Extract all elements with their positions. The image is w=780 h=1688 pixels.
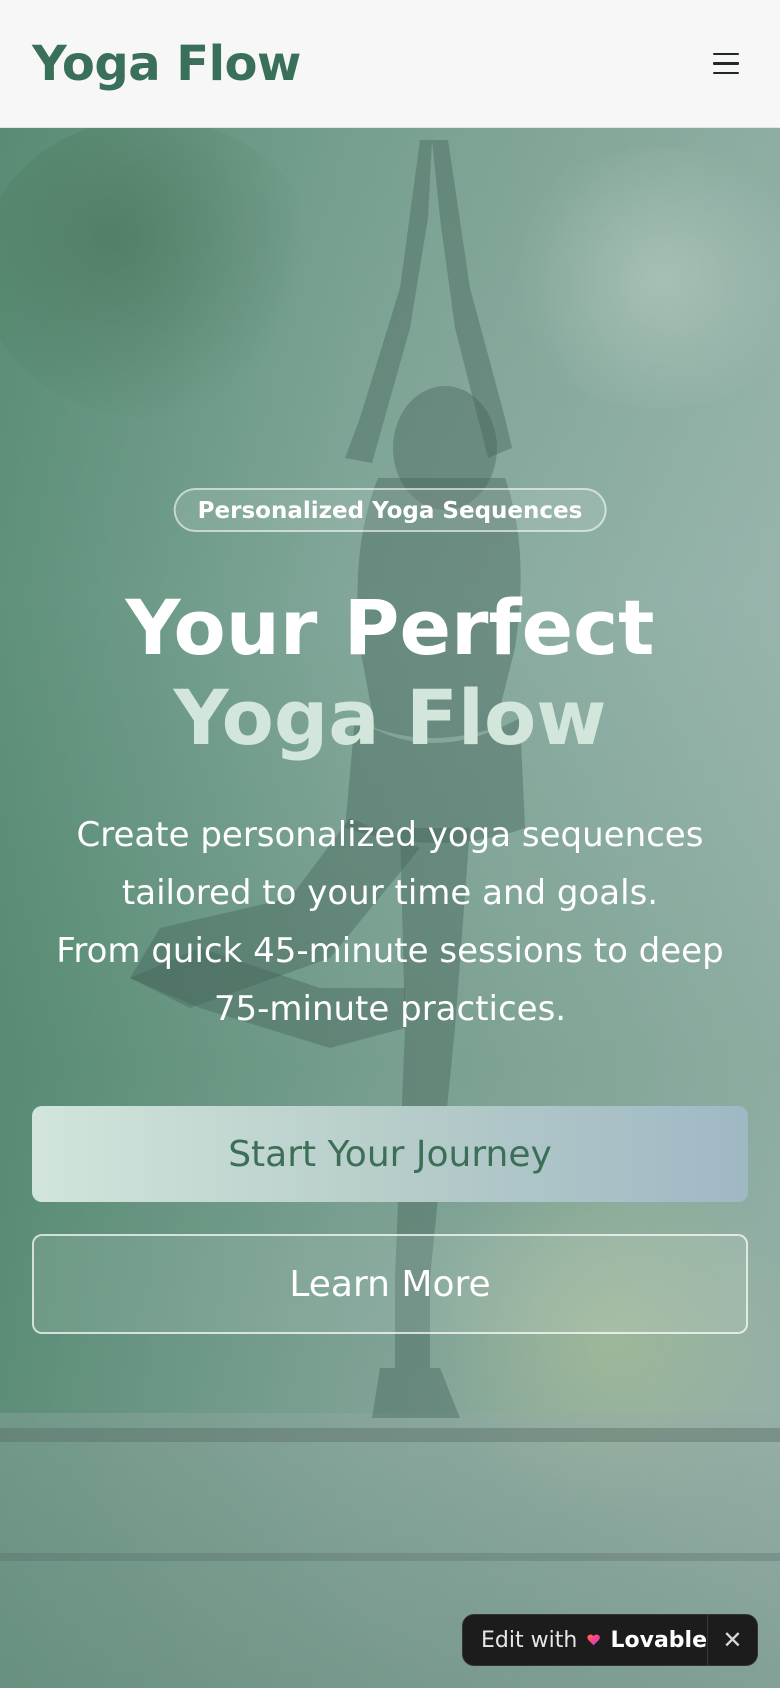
hero-content: Personalized Yoga Sequences Your Perfect… bbox=[0, 128, 780, 1688]
hero-subtitle-line: tailored to your time and goals. bbox=[121, 873, 659, 913]
hero-subtitle-line: Create personalized yoga sequences bbox=[76, 815, 704, 855]
hero-badge: Personalized Yoga Sequences bbox=[173, 488, 607, 532]
learn-more-button[interactable]: Learn More bbox=[32, 1234, 748, 1334]
hero-title: Your Perfect bbox=[125, 583, 655, 672]
lovable-brand-name: Lovable bbox=[610, 1627, 707, 1653]
site-logo[interactable]: Yoga Flow bbox=[32, 36, 301, 92]
hero-title-accent: Yoga Flow bbox=[173, 673, 607, 762]
site-header: Yoga Flow bbox=[0, 0, 780, 128]
hero-subtitle: Create personalized yoga sequences tailo… bbox=[40, 806, 740, 1038]
edit-with-label: Edit with bbox=[481, 1627, 578, 1653]
hamburger-menu-icon[interactable] bbox=[704, 42, 748, 86]
hero-subtitle-line: 75-minute practices. bbox=[213, 989, 567, 1029]
lovable-heart-icon bbox=[587, 1634, 601, 1646]
hero-subtitle-line: From quick 45-minute sessions to deep bbox=[56, 931, 724, 971]
hero-section: Personalized Yoga Sequences Your Perfect… bbox=[0, 128, 780, 1688]
close-icon[interactable]: ✕ bbox=[708, 1615, 757, 1665]
start-journey-button[interactable]: Start Your Journey bbox=[32, 1106, 748, 1202]
edit-with-lovable-link[interactable]: Edit with Lovable bbox=[463, 1615, 707, 1665]
edit-with-lovable-badge: Edit with Lovable ✕ bbox=[462, 1614, 758, 1666]
